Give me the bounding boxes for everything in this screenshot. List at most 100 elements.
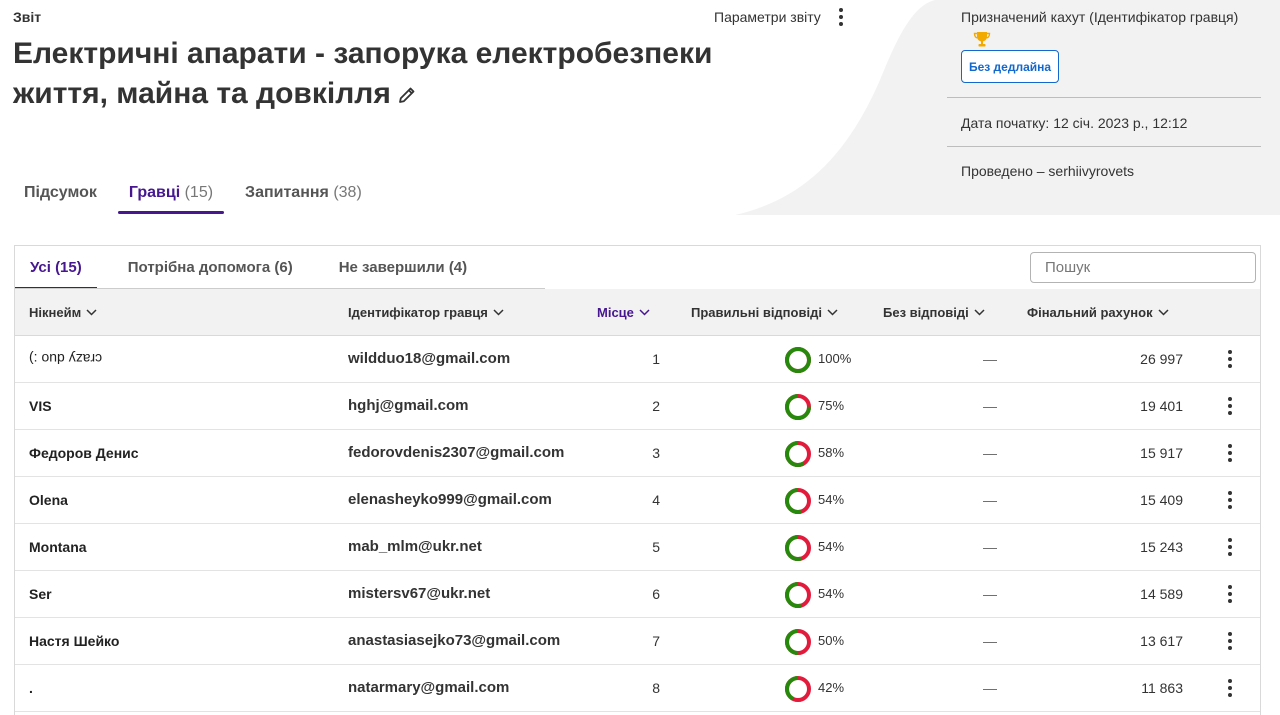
subtab-all[interactable]: Усі (15) xyxy=(15,246,97,289)
chevron-down-icon xyxy=(974,309,985,316)
correct-answers-donut-icon xyxy=(785,394,811,420)
column-place-label: Місце xyxy=(597,305,634,320)
final-score-value: 19 401 xyxy=(1140,398,1183,414)
correct-answers-donut-icon xyxy=(785,488,811,514)
table-row[interactable]: crazy duo :) wildduo18@gmail.com 1 100% — 26 … xyxy=(15,336,1260,383)
report-label: Звіт xyxy=(13,9,42,25)
correct-answers-donut-icon xyxy=(785,535,811,561)
player-place: 5 xyxy=(652,539,660,555)
row-more-options-icon[interactable] xyxy=(1223,534,1237,560)
tab-questions-label: Запитання xyxy=(245,184,329,201)
tab-questions[interactable]: Запитання (38) xyxy=(234,172,373,214)
player-filter-tabs: Усі (15) Потрібна допомога (6) Не заверш… xyxy=(15,246,498,289)
players-panel: Усі (15) Потрібна допомога (6) Не заверш… xyxy=(14,245,1261,715)
start-date: Дата початку: 12 січ. 2023 р., 12:12 xyxy=(961,115,1188,131)
report-tabs: Підсумок Гравці (15) Запитання (38) xyxy=(13,172,383,216)
player-email: natarmary@gmail.com xyxy=(348,679,510,696)
column-nickname[interactable]: Нікнейм xyxy=(29,305,97,320)
player-email: anastasiasejko73@gmail.com xyxy=(348,632,561,649)
correct-answers-percent: 58% xyxy=(818,445,845,460)
player-place: 4 xyxy=(652,492,660,508)
column-no-answer[interactable]: Без відповіді xyxy=(883,305,985,320)
column-place[interactable]: Місце xyxy=(597,305,650,320)
search-input[interactable] xyxy=(1030,252,1256,283)
correct-answers-donut-icon xyxy=(785,629,811,655)
chevron-down-icon xyxy=(1158,309,1169,316)
tab-players[interactable]: Гравці (15) xyxy=(117,172,225,214)
correct-answers-donut-icon xyxy=(785,582,811,608)
tab-players-count: (15) xyxy=(184,184,214,201)
tab-summary-label: Підсумок xyxy=(24,184,97,201)
no-deadline-button[interactable]: Без дедлайна xyxy=(961,50,1059,83)
column-final-score[interactable]: Фінальний рахунок xyxy=(1027,305,1169,320)
hosted-by: Проведено – serhiivyrovets xyxy=(961,163,1135,179)
table-row[interactable]: Федоров Денис fedorovdenis2307@gmail.com 3… xyxy=(15,430,1260,477)
page-title: Електричні апарати - запорука електробез… xyxy=(13,34,773,114)
row-more-options-icon[interactable] xyxy=(1223,487,1237,513)
player-nickname: . xyxy=(29,680,33,696)
report-options-button[interactable]: Параметри звіту xyxy=(714,9,821,25)
row-more-options-icon[interactable] xyxy=(1223,675,1237,701)
final-score-value: 26 997 xyxy=(1140,351,1183,367)
no-answer-value: — xyxy=(983,586,997,602)
final-score-value: 14 589 xyxy=(1140,586,1183,602)
player-email: fedorovdenis2307@gmail.com xyxy=(348,444,565,461)
no-answer-value: — xyxy=(983,445,997,461)
chevron-down-icon xyxy=(493,309,504,316)
row-more-options-icon[interactable] xyxy=(1223,581,1237,607)
correct-answers-percent: 54% xyxy=(818,539,845,554)
tab-players-label: Гравці xyxy=(128,184,181,201)
players-table-body: crazy duo :) wildduo18@gmail.com 1 100% — 26 … xyxy=(15,336,1260,712)
no-answer-value: — xyxy=(983,680,997,696)
table-row[interactable]: VIS hghj@gmail.com 2 75% — 19 401 xyxy=(15,383,1260,430)
final-score-value: 15 409 xyxy=(1140,492,1183,508)
subtab-not-finished[interactable]: Не завершили (4) xyxy=(324,246,482,289)
player-nickname: Olena xyxy=(29,492,68,508)
player-nickname: Настя Шейко xyxy=(29,633,120,649)
correct-answers-percent: 75% xyxy=(818,398,845,413)
correct-answers-percent: 54% xyxy=(818,492,845,507)
report-title-text: Електричні апарати - запорука електробез… xyxy=(13,37,713,110)
tab-questions-count: (38) xyxy=(333,184,362,201)
row-more-options-icon[interactable] xyxy=(1223,440,1237,466)
column-correct-answers[interactable]: Правильні відповіді xyxy=(691,305,838,320)
player-nickname: crazy duo :) xyxy=(29,351,103,367)
player-nickname: Montana xyxy=(29,539,87,555)
column-no-answer-label: Без відповіді xyxy=(883,305,969,320)
trophy-icon xyxy=(973,32,991,47)
player-nickname: Ser xyxy=(29,586,52,602)
chevron-down-icon xyxy=(86,309,97,316)
table-row[interactable]: Montana mab_mlm@ukr.net 5 54% — 15 243 xyxy=(15,524,1260,571)
column-correct-label: Правильні відповіді xyxy=(691,305,822,320)
no-answer-value: — xyxy=(983,539,997,555)
row-more-options-icon[interactable] xyxy=(1223,393,1237,419)
table-row[interactable]: Olena elenasheyko999@gmail.com 4 54% — 15 409 xyxy=(15,477,1260,524)
no-answer-value: — xyxy=(983,398,997,414)
pencil-edit-icon[interactable] xyxy=(397,85,417,105)
table-row[interactable]: Настя Шейко anastasiasejko73@gmail.com 7 50… xyxy=(15,618,1260,665)
tab-summary[interactable]: Підсумок xyxy=(13,172,108,214)
row-more-options-icon[interactable] xyxy=(1223,346,1237,372)
player-place: 2 xyxy=(652,398,660,414)
player-place: 8 xyxy=(652,680,660,696)
player-email: mab_mlm@ukr.net xyxy=(348,538,482,555)
player-nickname: VIS xyxy=(29,398,52,414)
player-place: 3 xyxy=(652,445,660,461)
column-player-id[interactable]: Ідентифікатор гравця xyxy=(348,305,504,320)
report-more-options-icon[interactable] xyxy=(834,5,848,29)
final-score-value: 15 917 xyxy=(1140,445,1183,461)
player-email: hghj@gmail.com xyxy=(348,397,469,414)
subtab-needs-help[interactable]: Потрібна допомога (6) xyxy=(113,246,308,289)
correct-arc xyxy=(785,347,811,373)
player-email: mistersv67@ukr.net xyxy=(348,585,491,602)
player-place: 6 xyxy=(652,586,660,602)
table-row[interactable]: . natarmary@gmail.com 8 42% — 11 863 xyxy=(15,665,1260,712)
chevron-down-icon xyxy=(827,309,838,316)
row-more-options-icon[interactable] xyxy=(1223,628,1237,654)
side-panel-divider xyxy=(947,97,1261,98)
table-header: Нікнейм Ідентифікатор гравця Місце Прави… xyxy=(15,289,1260,336)
table-row[interactable]: Ser mistersv67@ukr.net 6 54% — 14 589 xyxy=(15,571,1260,618)
correct-answers-donut-icon xyxy=(785,441,811,467)
player-place: 1 xyxy=(652,351,660,367)
correct-answers-percent: 100% xyxy=(818,351,852,366)
